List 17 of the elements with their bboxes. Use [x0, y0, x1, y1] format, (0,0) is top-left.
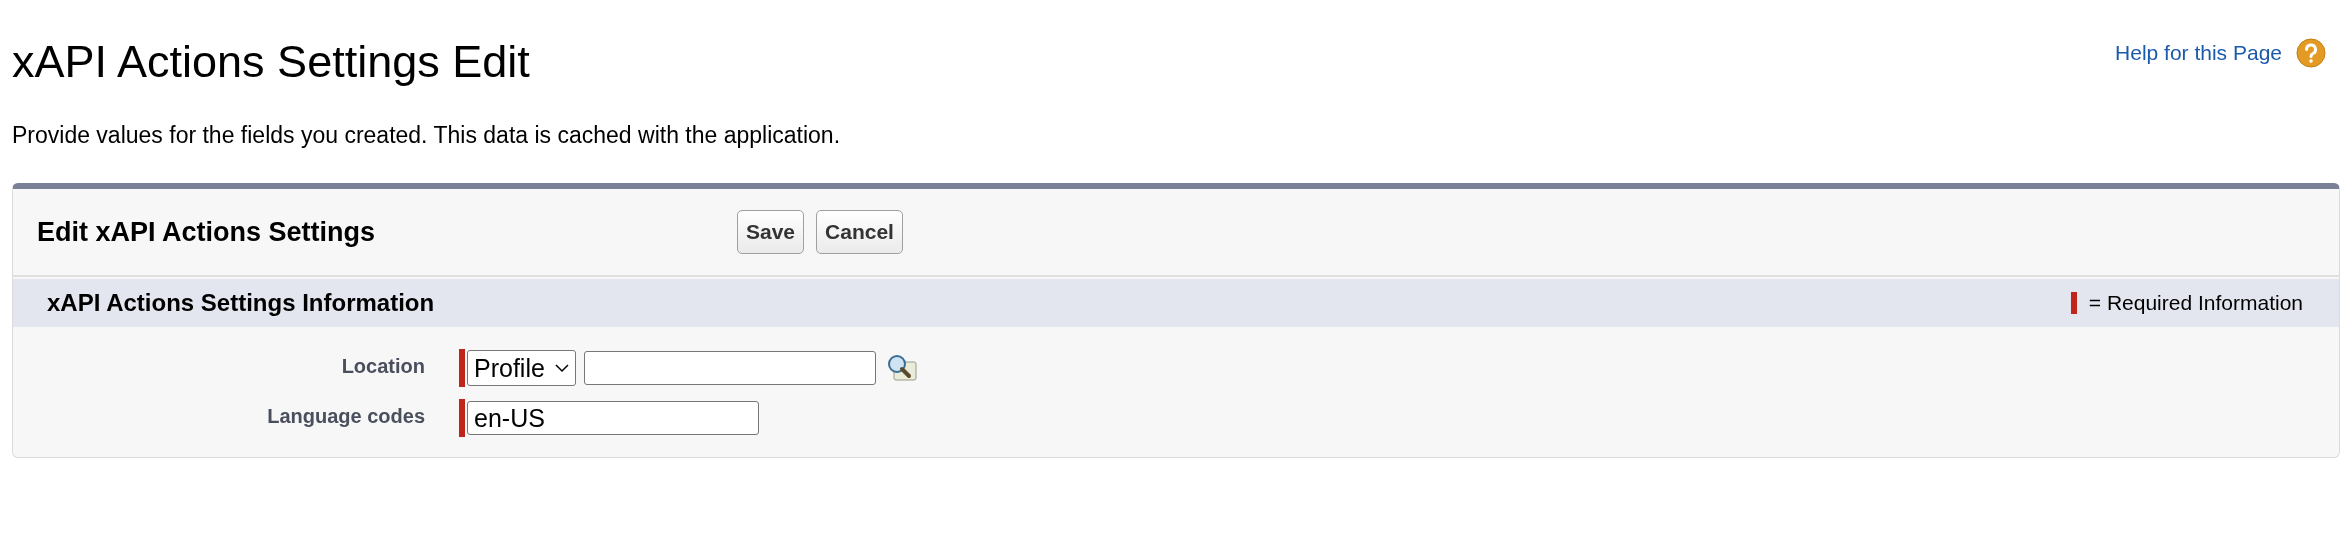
caret-icon [554, 363, 569, 373]
help-icon[interactable] [2296, 38, 2326, 68]
field-label: Location [340, 354, 425, 378]
input-field[interactable] [583, 351, 876, 385]
required-legend: = Required Information [2088, 291, 2303, 315]
location-dropdown[interactable]: Profile [467, 350, 576, 386]
field-label: Language codes [266, 404, 425, 428]
input-field[interactable]: en-US [467, 401, 759, 435]
save-button[interactable]: Save [737, 210, 805, 254]
page-description: Provide values for the fields you created. This data is cached with the application. [12, 122, 842, 149]
section-title: xAPI Actions Settings Information [47, 289, 435, 317]
required-marker [2070, 292, 2077, 314]
cancel-button[interactable]: Cancel [816, 210, 903, 254]
search-icon[interactable] [885, 354, 918, 382]
help-link[interactable]: Help for this Page [2115, 41, 2282, 65]
page-title: xAPI Actions Settings Edit [12, 36, 530, 88]
panel-title: Edit xAPI Actions Settings [37, 216, 377, 248]
